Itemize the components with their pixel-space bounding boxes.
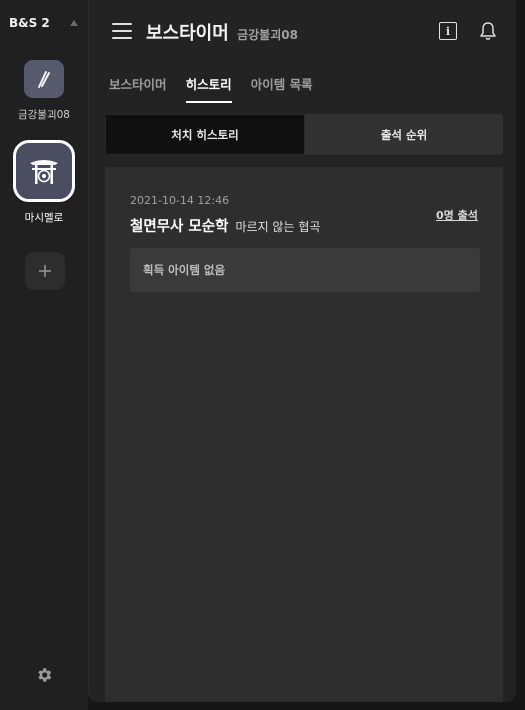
page-title-text: 보스타이머 xyxy=(146,23,229,44)
segment-attendance-ranking[interactable]: 출석 순위 xyxy=(305,114,503,155)
add-server-button[interactable] xyxy=(25,252,65,290)
server-item-1[interactable]: 금강불괴08 xyxy=(0,60,88,122)
main-panel: 보스타이머 금강불괴08 i 보스타이머 히스토리 아이템 목록 처치 히스토리… xyxy=(88,0,516,702)
app-title: B&S 2 xyxy=(9,16,50,30)
bell-icon[interactable] xyxy=(479,21,497,41)
entry-location: 마르지 않는 협곡 xyxy=(235,220,321,234)
page-subtitle: 금강불괴08 xyxy=(237,28,298,42)
tab-item-list[interactable]: 아이템 목록 xyxy=(251,74,313,103)
header: 보스타이머 금강불괴08 i xyxy=(89,0,516,64)
tab-bar: 보스타이머 히스토리 아이템 목록 xyxy=(109,74,327,104)
segment-kill-history[interactable]: 처치 히스토리 xyxy=(105,114,305,155)
menu-line xyxy=(112,30,132,32)
collapse-arrow-icon[interactable] xyxy=(70,20,78,26)
rail-header: B&S 2 xyxy=(0,16,88,36)
loot-text: 획득 아이템 없음 xyxy=(143,263,226,277)
entry-boss: 철면무사 모순학 마르지 않는 협곡 xyxy=(130,215,320,236)
tab-boss-timer[interactable]: 보스타이머 xyxy=(109,74,167,103)
entry-boss-name: 철면무사 모순학 xyxy=(130,219,229,235)
server-avatar-1[interactable] xyxy=(24,60,64,98)
entry-datetime: 2021-10-14 12:46 xyxy=(130,194,230,207)
hamburger-menu-icon[interactable] xyxy=(112,23,132,39)
page-title: 보스타이머 금강불괴08 xyxy=(146,19,298,45)
plus-icon xyxy=(39,265,51,277)
segment-control: 처치 히스토리 출석 순위 xyxy=(105,114,503,155)
menu-line xyxy=(112,23,132,25)
attendance-link[interactable]: 0명 출석 xyxy=(436,207,478,223)
window-right-edge xyxy=(516,0,525,710)
server-rail: B&S 2 금강불괴08 마시멜로 xyxy=(0,0,88,710)
menu-line xyxy=(112,37,132,39)
server-avatar-2[interactable] xyxy=(13,140,75,202)
settings-button[interactable] xyxy=(35,666,53,684)
loot-box: 획득 아이템 없음 xyxy=(130,248,480,292)
server-label-2: 마시멜로 xyxy=(24,212,64,224)
server-label-1: 금강불괴08 xyxy=(17,109,70,121)
tab-history[interactable]: 히스토리 xyxy=(185,74,232,103)
feather-icon xyxy=(38,71,50,88)
gear-icon xyxy=(38,668,52,682)
server-item-2[interactable]: 마시멜로 xyxy=(0,140,88,225)
gate-emblem-icon xyxy=(30,160,58,184)
history-list: 2021-10-14 12:46 철면무사 모순학 마르지 않는 협곡 0명 출… xyxy=(105,167,503,702)
info-icon[interactable]: i xyxy=(439,22,457,40)
